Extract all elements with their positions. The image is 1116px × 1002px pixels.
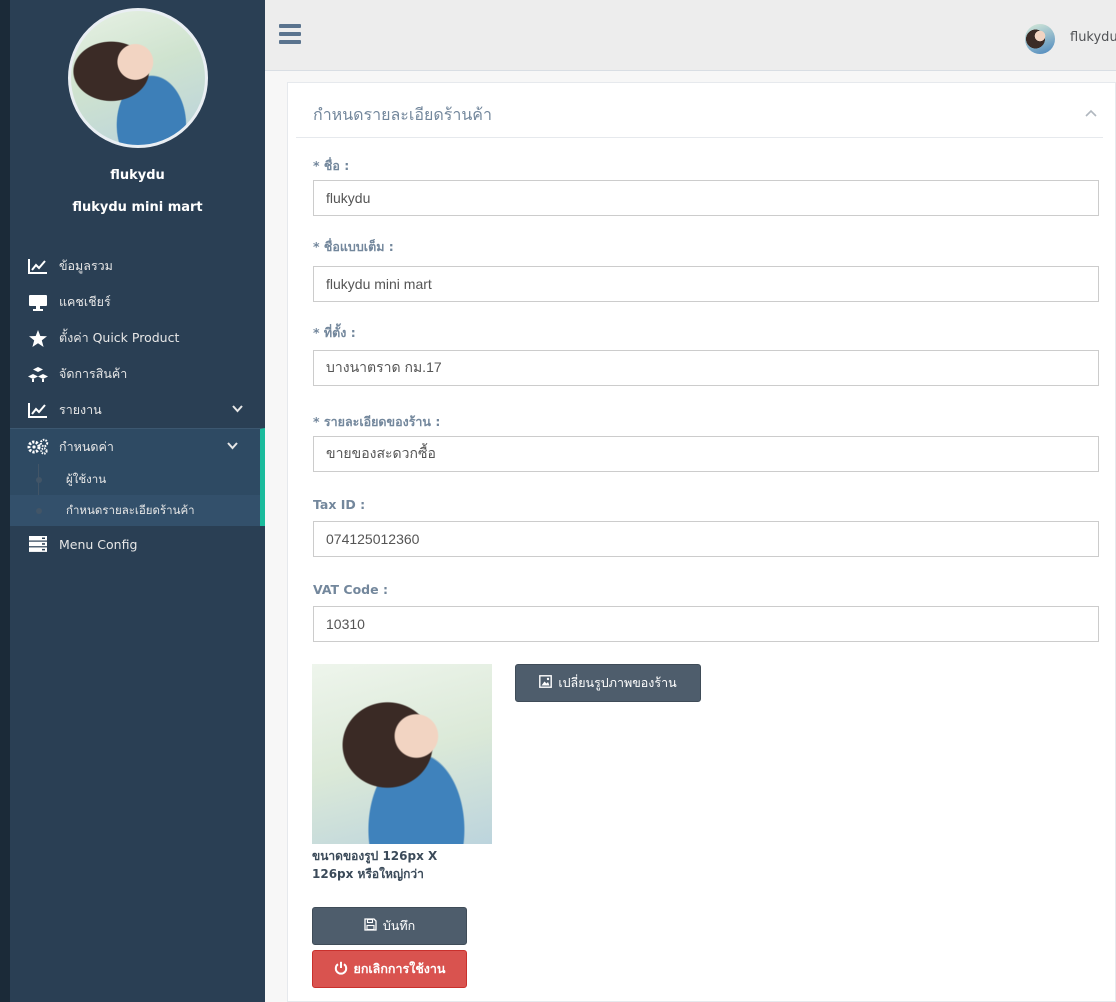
vat-label: VAT Code : [313, 582, 388, 597]
menu-toggle-icon[interactable] [279, 24, 301, 44]
sidebar-item-menu-config[interactable]: Menu Config [10, 526, 265, 562]
profile-avatar [68, 8, 208, 148]
power-icon [334, 961, 348, 978]
taxid-label: Tax ID : [313, 497, 366, 512]
gears-icon [25, 438, 51, 456]
profile-shop-name: flukydu mini mart [72, 200, 203, 215]
deactivate-label: ยกเลิกการใช้งาน [353, 961, 446, 976]
window-edge [0, 0, 10, 1002]
sidebar-item-settings[interactable]: กำหนดค่า [10, 428, 265, 464]
sidebar-item-label: รายงาน [59, 402, 102, 417]
main-content: กำหนดรายละเอียดร้านค้า * ชื่อ : * ชื่อแบ… [265, 71, 1116, 1002]
image-icon [539, 675, 553, 691]
monitor-icon [25, 293, 51, 311]
sidebar-item-overview[interactable]: ข้อมูลรวม [10, 248, 265, 284]
profile-name: flukydu [110, 168, 165, 183]
shop-details-panel: กำหนดรายละเอียดร้านค้า * ชื่อ : * ชื่อแบ… [287, 82, 1116, 1002]
fullname-field[interactable] [313, 266, 1099, 302]
sidebar-item-label: ตั้งค่า Quick Product [59, 330, 180, 345]
sidebar-item-quick-product[interactable]: ตั้งค่า Quick Product [10, 320, 265, 356]
sidebar-item-cashier[interactable]: แคชเชียร์ [10, 284, 265, 320]
name-label: * ชื่อ : [313, 158, 350, 173]
location-label: * ที่ตั้ง : [313, 325, 356, 340]
save-button[interactable]: บันทึก [312, 907, 467, 945]
cubes-icon [25, 365, 51, 383]
floppy-icon [364, 918, 377, 934]
name-field[interactable] [313, 180, 1099, 216]
fullname-label: * ชื่อแบบเต็ม : [313, 239, 394, 254]
save-label: บันทึก [382, 918, 416, 933]
details-field[interactable] [313, 436, 1099, 472]
sidebar-item-label: จัดการสินค้า [59, 366, 128, 381]
top-navbar: flukydu [265, 0, 1116, 71]
settings-submenu: ผู้ใช้งาน กำหนดรายละเอียดร้านค้า [10, 464, 265, 526]
sidebar-item-label: กำหนดค่า [59, 438, 114, 454]
star-icon [25, 329, 51, 347]
panel-divider [296, 137, 1103, 138]
user-avatar[interactable] [1025, 24, 1055, 54]
sidebar-item-label: แคชเชียร์ [59, 294, 111, 309]
sidebar: flukydu flukydu mini mart ข้อมูลรวม แคชเ… [10, 0, 265, 1002]
sidebar-item-reports[interactable]: รายงาน [10, 392, 265, 428]
sidebar-item-label: Menu Config [59, 536, 138, 552]
server-icon [25, 535, 51, 553]
sidebar-item-label: ข้อมูลรวม [59, 258, 113, 273]
shop-image [312, 664, 492, 844]
taxid-field[interactable] [313, 521, 1099, 557]
chevron-up-icon[interactable] [1085, 105, 1097, 121]
submenu-item-shop-details[interactable]: กำหนดรายละเอียดร้านค้า [10, 495, 260, 526]
change-image-label: เปลี่ยนรูปภาพของร้าน [558, 675, 677, 690]
line-chart-icon [25, 257, 51, 275]
user-menu-name[interactable]: flukydu [1070, 30, 1116, 45]
deactivate-button[interactable]: ยกเลิกการใช้งาน [312, 950, 467, 988]
vat-field[interactable] [313, 606, 1099, 642]
sidebar-item-products[interactable]: จัดการสินค้า [10, 356, 265, 392]
submenu-item-users[interactable]: ผู้ใช้งาน [10, 464, 260, 495]
line-chart-icon [25, 401, 51, 419]
chevron-down-icon [232, 403, 243, 416]
panel-title: กำหนดรายละเอียดร้านค้า [313, 105, 492, 124]
location-field[interactable] [313, 350, 1099, 386]
side-menu: ข้อมูลรวม แคชเชียร์ ตั้งค่า Quick Produc… [10, 248, 265, 562]
change-image-button[interactable]: เปลี่ยนรูปภาพของร้าน [515, 664, 701, 702]
image-size-note: ขนาดของรูป 126px X 126px หรือใหญ่กว่า [312, 849, 438, 881]
chevron-down-icon [227, 440, 238, 453]
details-label: * รายละเอียดของร้าน : [313, 414, 441, 429]
